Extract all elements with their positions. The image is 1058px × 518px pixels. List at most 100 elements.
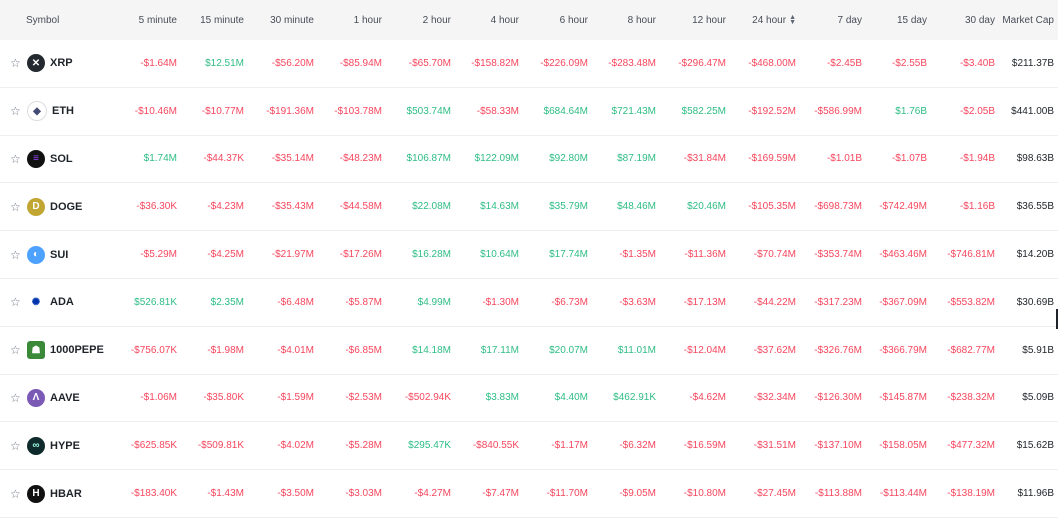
netflow-value: -$1.43M [207,488,244,500]
header-col-7[interactable]: 8 hour [588,15,656,26]
netflow-value: -$6.73M [551,296,588,308]
table-row[interactable]: ☆ ◆ ETH -$10.46M -$10.77M -$191.36M -$103.78M $… [0,88,1058,136]
header-col-0[interactable]: 5 minute [122,15,177,26]
coin-symbol[interactable]: 1000PEPE [50,344,104,356]
table-row[interactable]: ☆ ☗ 1000PEPE -$756.07K -$1.98M -$4.01M -$6.85M… [0,327,1058,375]
netflow-value: -$4.02M [277,440,314,452]
netflow-value: -$698.73M [814,201,862,213]
netflow-value: -$1.35M [619,249,656,261]
netflow-value: -$113.44M [879,488,927,500]
netflow-value: $14.63M [480,201,519,213]
netflow-value: -$12.04M [683,344,726,356]
netflow-value: -$32.34M [753,392,796,404]
coin-symbol[interactable]: DOGE [50,201,82,213]
favorite-star-icon[interactable]: ☆ [10,200,24,214]
coin-symbol[interactable]: AAVE [50,392,80,404]
netflow-value: -$145.87M [879,392,927,404]
symbol-cell: ☆ ∞ HYPE [0,436,122,455]
symbol-cell: ☆ H HBAR [0,484,122,503]
header-col-12[interactable]: 30 day [927,15,995,26]
netflow-value: -$586.99M [814,105,862,117]
favorite-star-icon[interactable]: ☆ [10,343,24,357]
coin-symbol[interactable]: HBAR [50,488,82,500]
netflow-value: $12.51M [205,57,244,69]
netflow-value: $582.25M [681,105,726,117]
netflow-value: -$4.25M [207,249,244,261]
table-row[interactable]: ☆ ✺ ADA $526.81K $2.35M -$6.48M -$5.87M $4.99M -… [0,279,1058,327]
netflow-value: -$4.62M [689,392,726,404]
netflow-value: -$16.59M [683,440,726,452]
favorite-star-icon[interactable]: ☆ [10,56,24,70]
table-row[interactable]: ☆ ∞ HYPE -$625.85K -$509.81K -$4.02M -$5.28M $2… [0,422,1058,471]
netflow-value: $10.64M [480,249,519,261]
netflow-value: -$625.85K [130,440,177,452]
eth-icon: ◆ [27,101,47,122]
favorite-star-icon[interactable]: ☆ [10,391,24,405]
coin-symbol[interactable]: SUI [50,249,68,261]
netflow-value: -$126.30M [814,392,862,404]
netflow-value: -$44.37K [203,153,244,165]
netflow-value: -$1.07B [891,153,927,165]
netflow-value: -$840.55K [472,440,519,452]
market-cap-value: $30.69B [1016,296,1054,308]
netflow-value: -$7.47M [482,488,519,500]
header-col-3[interactable]: 1 hour [314,15,382,26]
favorite-star-icon[interactable]: ☆ [10,104,24,118]
table-row[interactable]: ☆ Λ AAVE -$1.06M -$35.80K -$1.59M -$2.53M -$502… [0,375,1058,423]
netflow-value: $17.74M [549,249,588,261]
header-symbol[interactable]: Symbol [0,15,122,26]
coin-symbol[interactable]: SOL [50,153,73,165]
favorite-star-icon[interactable]: ☆ [10,439,24,453]
doge-icon: D [27,197,45,216]
netflow-value: -$238.32M [947,392,995,404]
header-col-6[interactable]: 6 hour [519,15,588,26]
table-row[interactable]: ☆ ◐ SUI -$5.29M -$4.25M -$21.97M -$17.26M $16.2… [0,231,1058,279]
netflow-value: -$10.77M [201,105,244,117]
header-col-1[interactable]: 15 minute [177,15,244,26]
table-row[interactable]: ☆ ≡ SOL $1.74M -$44.37K -$35.14M -$48.23M $106.… [0,136,1058,184]
coin-symbol[interactable]: XRP [50,57,73,69]
netflow-value: -$1.98M [207,344,244,356]
symbol-cell: ☆ ◆ ETH [0,101,122,122]
netflow-value: -$10.46M [134,105,177,117]
netflow-value: $1.74M [143,153,177,165]
netflow-value: -$283.48M [608,57,656,69]
coin-symbol[interactable]: ADA [50,296,74,308]
netflow-value: -$65.70M [408,57,451,69]
sol-icon: ≡ [27,149,45,168]
netflow-value: -$1.06M [140,392,177,404]
header-col-5[interactable]: 4 hour [451,15,519,26]
market-cap-value: $11.96B [1017,488,1054,500]
favorite-star-icon[interactable]: ☆ [10,248,24,262]
netflow-value: -$37.62M [753,344,796,356]
netflow-value: -$367.09M [879,296,927,308]
header-col-9[interactable]: 24 hour ▲ ▼ [726,14,796,26]
netflow-table: Symbol 5 minute 15 minute 30 minute 1 hour 2… [0,0,1058,518]
table-row[interactable]: ☆ H HBAR -$183.40K -$1.43M -$3.50M -$3.03M -$4.… [0,470,1058,518]
coin-symbol[interactable]: ETH [52,105,74,117]
header-col-10[interactable]: 7 day [796,15,862,26]
header-col-11[interactable]: 15 day [862,15,927,26]
header-col-2[interactable]: 30 minute [244,15,314,26]
table-row[interactable]: ☆ ✕ XRP -$1.64M $12.51M -$56.20M -$85.94M -$65.… [0,40,1058,88]
netflow-value: -$2.45B [826,57,862,69]
favorite-star-icon[interactable]: ☆ [10,295,24,309]
table-row[interactable]: ☆ D DOGE -$36.30K -$4.23M -$35.43M -$44.58M $22… [0,183,1058,232]
header-col-8[interactable]: 12 hour [656,15,726,26]
header-col-4[interactable]: 2 hour [382,15,451,26]
sort-icon[interactable]: ▲ ▼ [789,14,796,26]
symbol-cell: ☆ ☗ 1000PEPE [0,341,122,360]
netflow-value: -$44.22M [753,296,796,308]
netflow-value: $721.43M [611,105,656,117]
netflow-value: -$317.23M [814,296,862,308]
favorite-star-icon[interactable]: ☆ [10,487,24,501]
netflow-value: -$138.19M [947,488,995,500]
netflow-value: -$35.80K [203,392,244,404]
netflow-value: -$137.10M [814,440,862,452]
market-cap-value: $211.37B [1011,57,1054,69]
coin-symbol[interactable]: HYPE [50,440,80,452]
netflow-value: $106.87M [406,153,451,165]
favorite-star-icon[interactable]: ☆ [10,152,24,166]
netflow-value: -$6.32M [619,440,656,452]
header-market-cap[interactable]: Market Cap [995,15,1058,26]
